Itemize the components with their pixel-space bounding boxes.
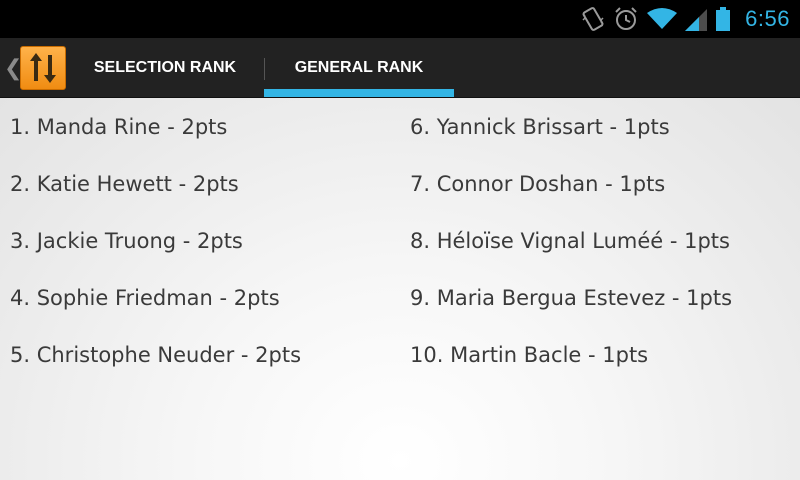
vibrate-icon <box>581 0 605 38</box>
list-item: 3. Jackie Truong - 2pts <box>10 229 243 253</box>
alarm-icon <box>613 0 639 38</box>
tab-selection-rank[interactable]: SELECTION RANK <box>66 38 264 98</box>
list-item: 10. Martin Bacle - 1pts <box>410 343 649 367</box>
selected-tab-indicator <box>264 89 454 97</box>
tab-selection-rank-label: SELECTION RANK <box>93 59 237 76</box>
list-item: 5. Christophe Neuder - 2pts <box>10 343 302 367</box>
list-item: 7. Connor Doshan - 1pts <box>410 172 666 196</box>
list-item: 9. Maria Bergua Estevez - 1pts <box>410 286 733 310</box>
tab-general-rank-label: GENERAL RANK <box>294 59 424 76</box>
list-item: 8. Héloïse Vignal Luméé - 1pts <box>410 229 730 253</box>
status-bar: 6:56 <box>0 0 800 38</box>
ranking-content: 1. Manda Rine - 2pts 2. Katie Hewett - 2… <box>0 98 800 480</box>
battery-icon <box>715 0 731 38</box>
signal-icon <box>685 0 708 38</box>
sort-arrows-icon[interactable] <box>20 46 66 90</box>
status-clock: 6:56 <box>745 6 790 31</box>
wifi-icon <box>647 0 678 38</box>
list-item: 1. Manda Rine - 2pts <box>10 115 228 139</box>
list-item: 6. Yannick Brissart - 1pts <box>410 115 670 139</box>
list-item: 2. Katie Hewett - 2pts <box>10 172 239 196</box>
list-item: 4. Sophie Friedman - 2pts <box>10 286 280 310</box>
action-bar: ❮ SELECTION RANK GENERAL RANK <box>0 38 800 98</box>
